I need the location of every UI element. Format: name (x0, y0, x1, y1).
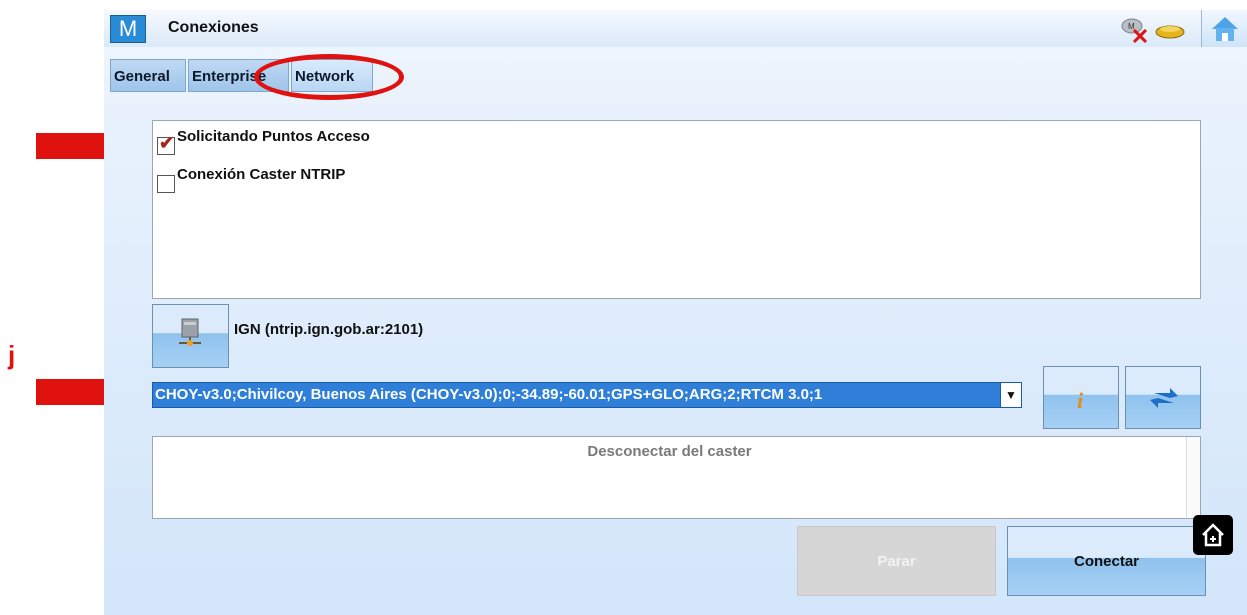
server-select-button[interactable] (152, 304, 229, 368)
home-icon (1212, 17, 1238, 41)
mountpoint-selected-value: CHOY-v3.0;Chivilcoy, Buenos Aires (CHOY-… (155, 386, 823, 403)
option-label: Solicitando Puntos Acceso (177, 128, 370, 145)
mountpoint-dropdown[interactable]: CHOY-v3.0;Chivilcoy, Buenos Aires (CHOY-… (152, 382, 1022, 408)
window-title: Conexiones (168, 19, 259, 36)
annotation-highlight-ring (254, 54, 404, 100)
info-button[interactable]: i (1043, 366, 1119, 429)
receiver-icon[interactable] (1154, 22, 1186, 40)
connection-options-list: ✔ Solicitando Puntos Acceso Conexión Cas… (152, 120, 1201, 299)
connections-window: M Conexiones M General Enterprise Networ… (104, 10, 1247, 615)
home-button[interactable] (1201, 10, 1247, 47)
info-icon: i (1077, 388, 1084, 413)
home-outline-icon (1202, 523, 1224, 547)
checkbox-ntrip-caster[interactable] (157, 175, 175, 193)
title-bar: M Conexiones M (104, 10, 1247, 47)
app-logo[interactable]: M (110, 15, 146, 43)
status-message: Desconectar del caster (587, 443, 752, 460)
status-message-box: Desconectar del caster (152, 436, 1201, 519)
annotation-label-j: j (8, 340, 16, 370)
refresh-button[interactable] (1125, 366, 1201, 429)
refresh-arrows-icon (1150, 388, 1178, 408)
modem-disconnected-icon[interactable]: M (1120, 16, 1150, 44)
checkbox-request-access-points[interactable]: ✔ (157, 133, 175, 155)
svg-text:i: i (1077, 388, 1084, 413)
stop-button[interactable]: Parar (797, 526, 996, 596)
dropdown-arrow-icon[interactable]: ▼ (1000, 383, 1021, 407)
message-scrollbar[interactable] (1186, 437, 1200, 518)
server-icon (179, 318, 201, 346)
option-request-access-points[interactable]: ✔ Solicitando Puntos Acceso (157, 128, 370, 155)
option-ntrip-caster[interactable]: Conexión Caster NTRIP (157, 166, 346, 193)
tab-general[interactable]: General (110, 59, 186, 92)
connect-button[interactable]: Conectar (1007, 526, 1206, 596)
floating-home-button[interactable] (1193, 515, 1233, 555)
svg-text:M: M (1128, 22, 1135, 31)
option-label: Conexión Caster NTRIP (177, 166, 346, 183)
caster-server-label: IGN (ntrip.ign.gob.ar:2101) (234, 321, 424, 338)
checkmark-icon: ✔ (159, 133, 175, 153)
